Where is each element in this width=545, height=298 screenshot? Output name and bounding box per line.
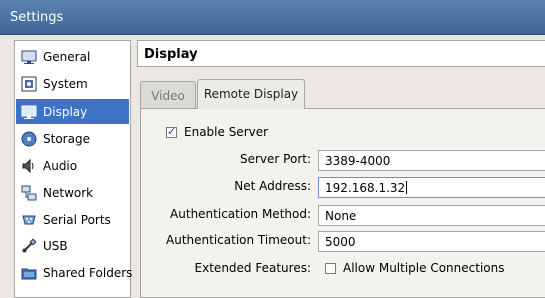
sidebar-item-storage[interactable]: Storage [16, 126, 129, 151]
tab-remote-display[interactable]: Remote Display [197, 79, 305, 109]
sidebar-item-label: Display [43, 104, 88, 119]
settings-window: General System Display Storage Audio Net… [0, 35, 545, 298]
enable-server-label: Enable Server [184, 125, 269, 139]
sidebar-item-label: Storage [43, 131, 90, 146]
sidebar-item-label: Audio [43, 158, 78, 173]
allow-multiple-connections-label: Allow Multiple Connections [343, 261, 505, 275]
page-header: Display [137, 40, 545, 67]
folder-icon [21, 265, 37, 281]
tab-video[interactable]: Video [140, 81, 196, 109]
monitor-icon [21, 49, 37, 65]
enable-server-checkbox[interactable] [166, 125, 177, 138]
auth-timeout-value: 5000 [325, 235, 356, 249]
server-port-input[interactable]: 3389-4000 [318, 150, 545, 171]
sidebar-item-general[interactable]: General [16, 44, 129, 69]
net-address-label: Net Address: [234, 179, 311, 193]
chip-icon [21, 76, 37, 92]
extended-features-label: Extended Features: [194, 261, 311, 275]
sidebar-item-display[interactable]: Display [16, 99, 129, 124]
auth-method-value: None [325, 209, 357, 223]
auth-method-label: Authentication Method: [170, 207, 311, 221]
page-title: Display [144, 47, 198, 62]
auth-timeout-label: Authentication Timeout: [166, 233, 311, 247]
server-port-value: 3389-4000 [325, 154, 391, 168]
window-titlebar[interactable]: Settings [0, 0, 545, 35]
allow-multiple-connections-checkbox[interactable] [325, 263, 336, 274]
server-port-label: Server Port: [240, 152, 311, 166]
settings-sidebar: General System Display Storage Audio Net… [14, 40, 132, 298]
sidebar-item-system[interactable]: System [16, 71, 129, 96]
sidebar-item-label: System [43, 76, 88, 91]
sidebar-item-label: Network [43, 185, 94, 200]
display-icon [21, 104, 37, 120]
net-address-value: 192.168.1.32 [325, 181, 406, 195]
usb-icon [21, 237, 37, 254]
network-icon [21, 185, 37, 201]
sidebar-item-label: General [43, 49, 91, 64]
auth-method-select[interactable]: None [318, 205, 545, 226]
sidebar-item-label: USB [43, 238, 68, 253]
net-address-input[interactable]: 192.168.1.32 [318, 177, 545, 198]
text-caret [406, 181, 408, 194]
disk-icon [21, 131, 37, 147]
serial-port-icon [21, 212, 37, 228]
speaker-icon [21, 158, 37, 174]
sidebar-item-label: Serial Ports [43, 212, 111, 227]
window-title: Settings [10, 10, 64, 25]
auth-timeout-input[interactable]: 5000 [318, 231, 545, 252]
